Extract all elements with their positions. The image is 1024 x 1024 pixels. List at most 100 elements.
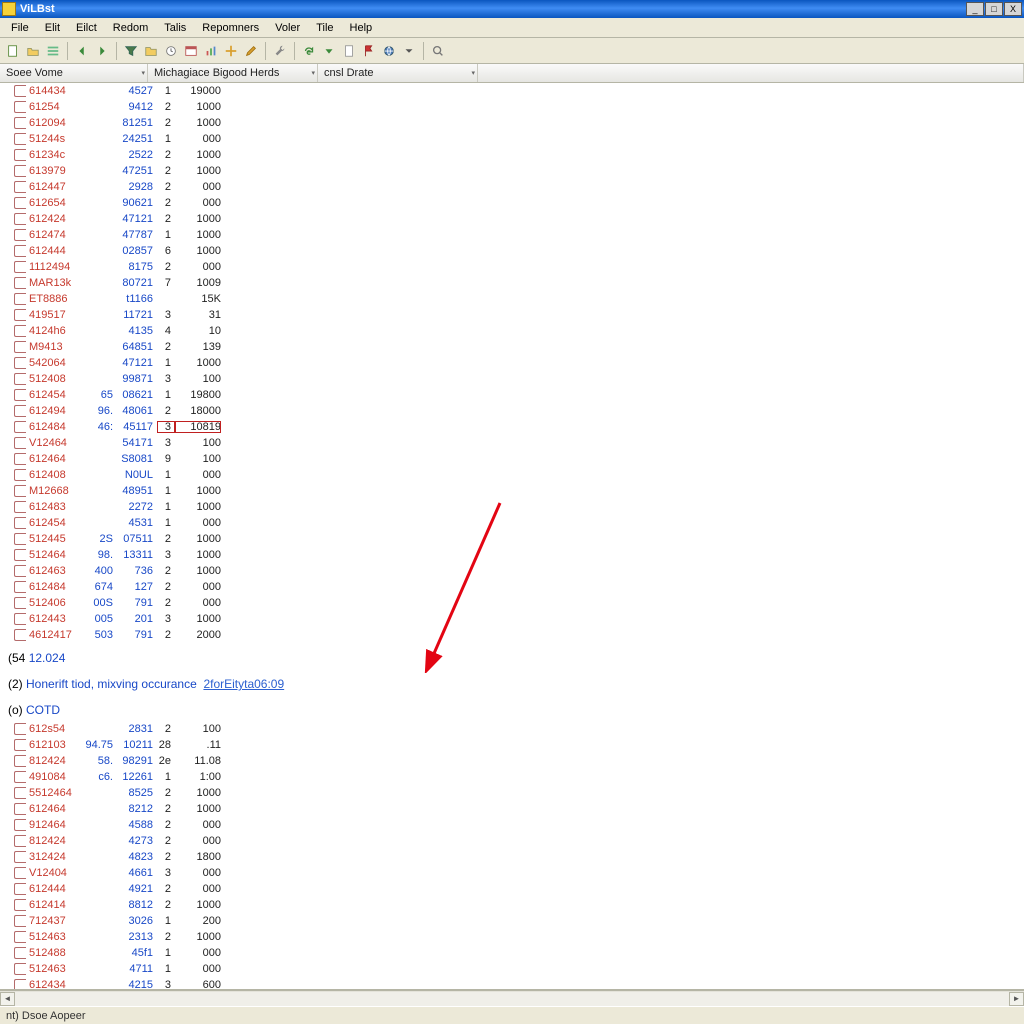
table-row[interactable]: 81242442732000 [0,833,1024,849]
column-header-2[interactable]: cnsl Drate▾ [318,64,478,82]
table-row[interactable]: 491084c6.1226111:00 [0,769,1024,785]
new-icon[interactable] [4,42,22,60]
zoom-icon[interactable] [429,42,447,60]
cell-address: 612464 [29,803,83,815]
table-row[interactable]: 6139794725121000 [0,163,1024,179]
table-row[interactable]: 461241750379122000 [0,627,1024,643]
calendar-icon[interactable] [182,42,200,60]
table-row[interactable]: V1240446613000 [0,865,1024,881]
column-header-0[interactable]: Soee Vome▾ [0,64,148,82]
menu-tile[interactable]: Tile [309,20,340,36]
table-row[interactable]: 61244300520131000 [0,611,1024,627]
menu-help[interactable]: Help [343,20,380,36]
scroll-left-button[interactable]: ◄ [0,992,15,1006]
column-sort-icon[interactable]: ▾ [471,69,475,77]
flag-icon[interactable] [360,42,378,60]
table-row[interactable]: 6124440285761000 [0,243,1024,259]
menu-voler[interactable]: Voler [268,20,307,36]
table-row[interactable]: MAR13k8072171009 [0,275,1024,291]
row-bracket-icon [14,469,26,481]
section-2-link[interactable]: 2forEityta06:09 [203,677,284,691]
menu-talis[interactable]: Talis [157,20,193,36]
menu-file[interactable]: File [4,20,36,36]
table-row[interactable]: 6120948125121000 [0,115,1024,131]
clock-icon[interactable] [162,42,180,60]
column-sort-icon[interactable]: ▾ [311,69,315,77]
open-icon[interactable] [24,42,42,60]
table-row[interactable]: 61243442153600 [0,977,1024,989]
scroll-track[interactable] [15,992,1009,1006]
table-row[interactable]: M126684895111000 [0,483,1024,499]
table-row[interactable]: 51246498.1331131000 [0,547,1024,563]
table-row[interactable]: 612654906212000 [0,195,1024,211]
table-row[interactable]: 61210394.751021128.11 [0,737,1024,753]
dropdown-icon[interactable] [400,42,418,60]
horizontal-scrollbar[interactable]: ◄ ► [0,990,1024,1006]
table-row[interactable]: 41951711721331 [0,307,1024,323]
table-row[interactable]: 111249481752000 [0,259,1024,275]
table-row[interactable]: 612408N0UL1000 [0,467,1024,483]
table-row[interactable]: 51248845f11000 [0,945,1024,961]
table-row[interactable]: 6144344527119000 [0,83,1024,99]
table-row[interactable]: 6124244712121000 [0,211,1024,227]
chart-icon[interactable] [202,42,220,60]
plus-icon[interactable] [222,42,240,60]
table-row[interactable]: M9413648512139 [0,339,1024,355]
cell-col3: 2 [157,565,175,577]
column-header-1[interactable]: Michagiace Bigood Herds▾ [148,64,318,82]
globe-icon[interactable] [380,42,398,60]
table-row[interactable]: 51246347111000 [0,961,1024,977]
scroll-right-button[interactable]: ► [1009,992,1024,1006]
folder-icon[interactable] [142,42,160,60]
filter-icon[interactable] [122,42,140,60]
table-row[interactable]: 612414881221000 [0,897,1024,913]
list-icon[interactable] [44,42,62,60]
table-row[interactable]: 612464S80819100 [0,451,1024,467]
table-row[interactable]: 61248446:45117310819 [0,419,1024,435]
wrench-icon[interactable] [271,42,289,60]
table-row[interactable]: 5124452S0751121000 [0,531,1024,547]
forward-icon[interactable] [93,42,111,60]
menu-repomners[interactable]: Repomners [195,20,266,36]
table-row[interactable]: 612464821221000 [0,801,1024,817]
table-row[interactable]: 61245445311000 [0,515,1024,531]
page-icon[interactable] [340,42,358,60]
table-row[interactable]: 6124846741272000 [0,579,1024,595]
minimize-button[interactable]: _ [966,2,984,16]
table-row[interactable]: 61246340073621000 [0,563,1024,579]
table-row[interactable]: 612s5428312100 [0,721,1024,737]
table-row[interactable]: 312424482321800 [0,849,1024,865]
table-row[interactable]: 512408998713100 [0,371,1024,387]
refresh-icon[interactable] [300,42,318,60]
menu-elit[interactable]: Elit [38,20,67,36]
table-row[interactable]: 612483227211000 [0,499,1024,515]
content-scroll[interactable]: 6144344527119000612549412210006120948125… [0,83,1024,989]
cell-address: 612103 [29,739,83,751]
table-row[interactable]: 6124744778711000 [0,227,1024,243]
table-row[interactable]: 512463231321000 [0,929,1024,945]
column-sort-icon[interactable]: ▾ [141,69,145,77]
table-row[interactable]: 61254941221000 [0,99,1024,115]
maximize-button[interactable]: □ [985,2,1003,16]
menu-eilct[interactable]: Eilct [69,20,104,36]
table-row[interactable]: 5420644712111000 [0,355,1024,371]
table-row[interactable]: 61244729282000 [0,179,1024,195]
table-row[interactable]: 61249496.48061218000 [0,403,1024,419]
table-row[interactable]: 51240600S7912000 [0,595,1024,611]
down-icon[interactable] [320,42,338,60]
menu-redom[interactable]: Redom [106,20,155,36]
table-row[interactable]: 4124h64135410 [0,323,1024,339]
table-row[interactable]: 81242458.982912e11.08 [0,753,1024,769]
close-button[interactable]: X [1004,2,1022,16]
table-row[interactable]: ET8886t116615K [0,291,1024,307]
table-row[interactable]: 51244s242511000 [0,131,1024,147]
back-icon[interactable] [73,42,91,60]
table-row[interactable]: 61244449212000 [0,881,1024,897]
table-row[interactable]: 91246445882000 [0,817,1024,833]
table-row[interactable]: 5512464852521000 [0,785,1024,801]
table-row[interactable]: V12464541713100 [0,435,1024,451]
pencil-icon[interactable] [242,42,260,60]
table-row[interactable]: 61234c252221000 [0,147,1024,163]
table-row[interactable]: 6124546508621119800 [0,387,1024,403]
table-row[interactable]: 71243730261200 [0,913,1024,929]
